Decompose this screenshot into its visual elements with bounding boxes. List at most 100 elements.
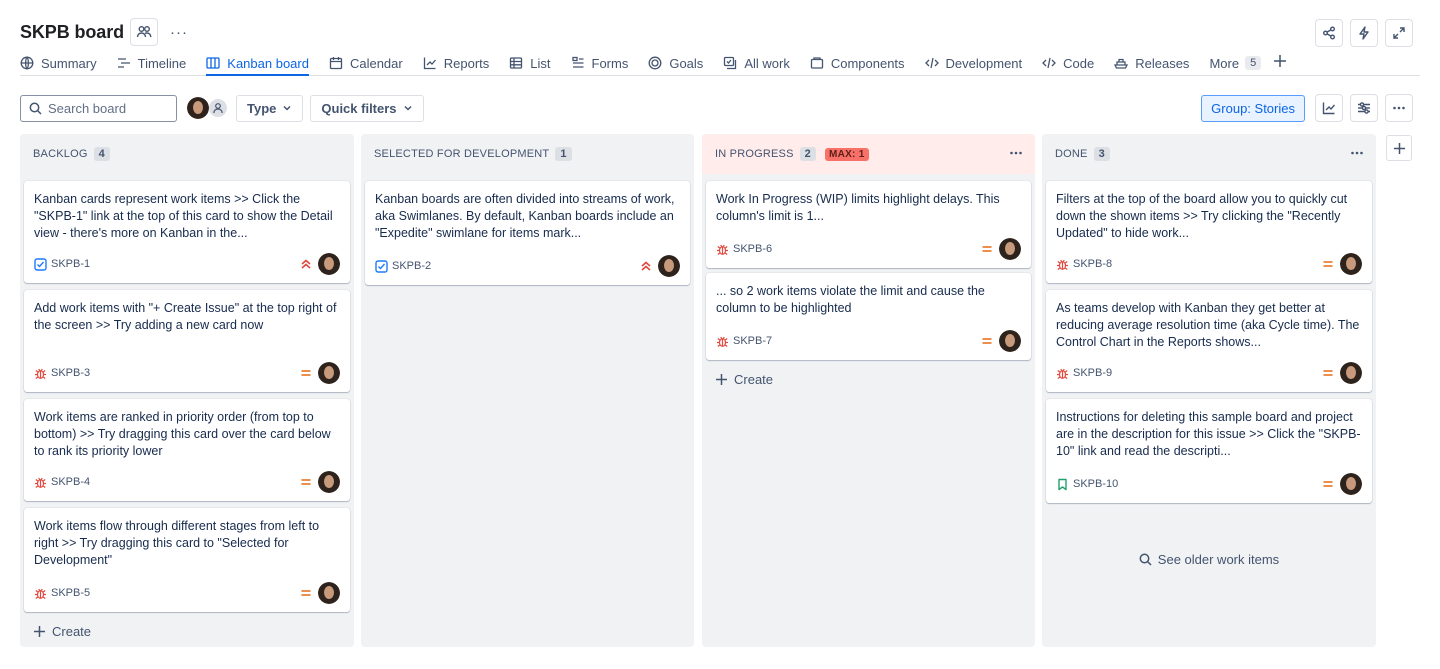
- add-tab-button[interactable]: [1273, 52, 1287, 72]
- create-card-button[interactable]: Create: [715, 372, 773, 387]
- avatar[interactable]: [318, 582, 340, 604]
- assignee-filter[interactable]: [187, 97, 229, 119]
- card-footer: SKPB-9: [1056, 362, 1362, 384]
- card-skpb-1[interactable]: Kanban cards represent work items >> Cli…: [24, 181, 350, 283]
- column-count: 2: [799, 147, 816, 161]
- type-filter-label: Type: [247, 100, 277, 116]
- create-card-button[interactable]: Create: [33, 624, 91, 639]
- tab-label: Releases: [1135, 55, 1190, 71]
- tab-label: Kanban board: [227, 55, 309, 71]
- avatar[interactable]: [318, 253, 340, 275]
- card-skpb-3[interactable]: Add work items with "+ Create Issue" at …: [24, 290, 350, 392]
- column-count: 3: [1093, 147, 1110, 161]
- card-key-link[interactable]: SKPB-1: [51, 258, 90, 270]
- card-skpb-5[interactable]: Work items flow through different stages…: [24, 508, 350, 612]
- avatar[interactable]: [658, 255, 680, 277]
- tab-kanban-board[interactable]: Kanban board: [206, 52, 309, 76]
- search-input[interactable]: Search board: [20, 94, 177, 122]
- avatar[interactable]: [999, 238, 1021, 260]
- tab-forms[interactable]: Forms: [571, 52, 629, 74]
- column-header[interactable]: IN PROGRESS 2 MAX: 1: [702, 134, 1035, 174]
- card-footer: SKPB-5: [34, 582, 340, 604]
- tab-goals[interactable]: Goals: [648, 52, 703, 74]
- card-key-link[interactable]: SKPB-10: [1073, 478, 1118, 490]
- tab-more[interactable]: More 5: [1209, 52, 1262, 74]
- story-checkbox-icon: [34, 257, 47, 271]
- tab-label: All work: [744, 55, 790, 71]
- more-actions-button[interactable]: ···: [170, 24, 188, 41]
- column-header[interactable]: SELECTED FOR DEVELOPMENT 1: [361, 134, 694, 174]
- code-icon: [924, 57, 939, 69]
- quick-filters-dropdown[interactable]: Quick filters: [310, 94, 424, 122]
- globe-icon: [20, 56, 34, 70]
- card-key-link[interactable]: SKPB-3: [51, 367, 90, 379]
- more-icon: [1010, 151, 1022, 155]
- tab-components[interactable]: Components: [810, 52, 905, 74]
- tab-list[interactable]: List: [509, 52, 551, 74]
- card-skpb-2[interactable]: Kanban boards are often divided into str…: [365, 181, 690, 285]
- team-button[interactable]: [130, 18, 159, 46]
- card-key-link[interactable]: SKPB-6: [733, 243, 772, 255]
- type-filter-dropdown[interactable]: Type: [236, 94, 304, 122]
- card-key-link[interactable]: SKPB-7: [733, 335, 772, 347]
- tab-timeline[interactable]: Timeline: [117, 52, 186, 74]
- column-selected-for-development: SELECTED FOR DEVELOPMENT 1 Kanban boards…: [361, 134, 694, 647]
- card-footer: SKPB-6: [716, 238, 1021, 260]
- tab-reports[interactable]: Reports: [423, 52, 489, 74]
- card-skpb-9[interactable]: As teams develop with Kanban they get be…: [1046, 290, 1372, 392]
- tab-releases[interactable]: Releases: [1114, 52, 1189, 74]
- avatar[interactable]: [187, 97, 209, 119]
- card-key-link[interactable]: SKPB-9: [1073, 367, 1112, 379]
- plus-icon: [1274, 55, 1287, 67]
- fullscreen-button[interactable]: [1385, 19, 1413, 47]
- column-header[interactable]: BACKLOG 4: [20, 134, 354, 174]
- tab-summary[interactable]: Summary: [20, 52, 97, 74]
- group-by-button[interactable]: Group: Stories: [1201, 94, 1305, 122]
- column-more-button[interactable]: [1350, 146, 1364, 163]
- card-skpb-8[interactable]: Filters at the top of the board allow yo…: [1046, 181, 1372, 283]
- more-options-button[interactable]: [1385, 94, 1413, 122]
- priority-medium-icon: [1323, 370, 1333, 376]
- wip-limit-badge: MAX: 1: [824, 147, 869, 161]
- card-key-link[interactable]: SKPB-2: [392, 260, 431, 272]
- column-count: 4: [93, 147, 110, 161]
- see-older-work-items-button[interactable]: See older work items: [1042, 552, 1376, 567]
- unassigned-avatar[interactable]: [207, 97, 229, 119]
- card-key-link[interactable]: SKPB-4: [51, 476, 90, 488]
- project-tabs: Summary Timeline Kanban board Calendar R…: [20, 52, 1420, 76]
- lightning-icon: [1359, 26, 1369, 40]
- tab-calendar[interactable]: Calendar: [329, 52, 403, 74]
- tab-code[interactable]: Code: [1042, 52, 1094, 74]
- column-title: DONE: [1055, 148, 1088, 160]
- card-summary: As teams develop with Kanban they get be…: [1056, 301, 1360, 349]
- card-skpb-4[interactable]: Work items are ranked in priority order …: [24, 399, 350, 501]
- avatar[interactable]: [1340, 473, 1362, 495]
- search-icon: [29, 102, 42, 115]
- view-settings-button[interactable]: [1350, 94, 1378, 122]
- column-header[interactable]: DONE 3: [1042, 134, 1376, 174]
- avatar[interactable]: [318, 362, 340, 384]
- card-skpb-10[interactable]: Instructions for deleting this sample bo…: [1046, 399, 1372, 503]
- avatar[interactable]: [999, 330, 1021, 352]
- user-icon: [213, 103, 223, 114]
- insights-button[interactable]: [1315, 94, 1343, 122]
- card-footer: SKPB-10: [1056, 473, 1362, 495]
- tab-label: Forms: [591, 55, 629, 71]
- avatar[interactable]: [1340, 362, 1362, 384]
- tab-development[interactable]: Development: [924, 52, 1022, 74]
- automation-button[interactable]: [1350, 19, 1378, 47]
- share-button[interactable]: [1315, 19, 1343, 47]
- add-column-button[interactable]: [1386, 135, 1412, 161]
- priority-medium-icon: [301, 479, 311, 485]
- bug-icon: [35, 368, 46, 379]
- card-key-link[interactable]: SKPB-5: [51, 587, 90, 599]
- bookmark-icon: [1058, 478, 1067, 490]
- card-skpb-6[interactable]: Work In Progress (WIP) limits highlight …: [706, 181, 1031, 268]
- avatar[interactable]: [1340, 253, 1362, 275]
- avatar[interactable]: [318, 471, 340, 493]
- card-key-link[interactable]: SKPB-8: [1073, 258, 1112, 270]
- column-more-button[interactable]: [1009, 146, 1023, 163]
- card-skpb-7[interactable]: ... so 2 work items violate the limit an…: [706, 273, 1031, 360]
- tab-all-work[interactable]: All work: [723, 52, 790, 74]
- all-work-icon: [724, 56, 737, 70]
